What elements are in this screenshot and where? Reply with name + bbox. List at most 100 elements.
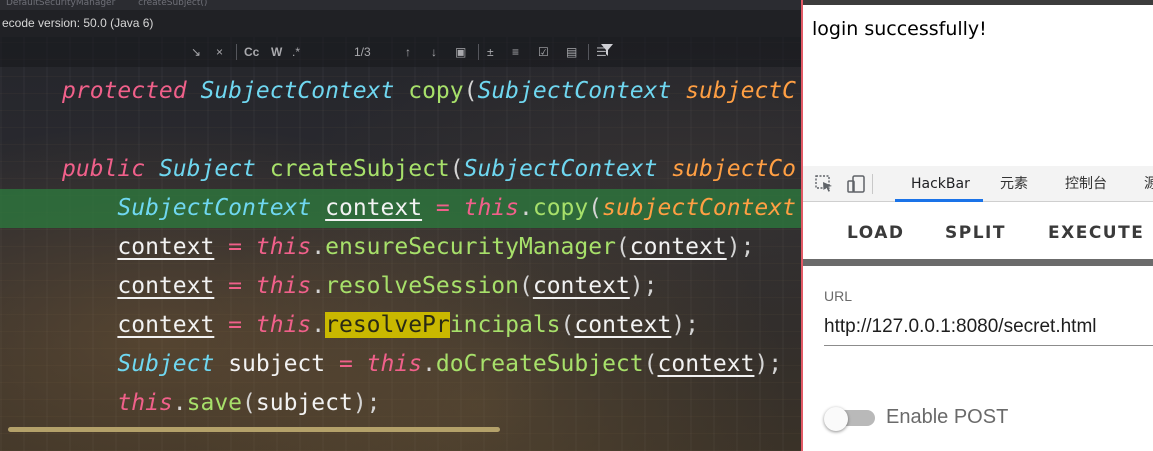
- tab-console[interactable]: 控制台: [1065, 166, 1107, 202]
- enable-post-toggle[interactable]: [824, 407, 876, 431]
- punctuation-token[interactable]: [658, 156, 672, 182]
- horizontal-scrollbar-thumb[interactable]: [8, 427, 500, 432]
- operator-token[interactable]: =: [214, 312, 256, 338]
- type-token[interactable]: SubjectContext: [464, 156, 658, 182]
- punctuation-token[interactable]: .: [311, 273, 325, 299]
- keyword-token[interactable]: this: [256, 273, 311, 299]
- method-token[interactable]: copy: [533, 195, 588, 221]
- keyword-token[interactable]: public: [62, 156, 145, 182]
- toggle-knob[interactable]: [824, 407, 848, 431]
- code-line[interactable]: context = this.resolvePrincipals(context…: [62, 306, 803, 345]
- clear-search-icon[interactable]: ↘: [191, 44, 201, 60]
- operator-token[interactable]: =: [214, 234, 256, 260]
- code-line[interactable]: context = this.ensureSecurityManager(con…: [62, 228, 803, 267]
- punctuation-token[interactable]: .: [311, 234, 325, 260]
- punctuation-token[interactable]: (: [242, 390, 256, 416]
- punctuation-token[interactable]: );: [353, 390, 381, 416]
- variable-token[interactable]: context: [658, 351, 755, 377]
- regex-toggle-icon[interactable]: .*: [292, 44, 300, 60]
- punctuation-token[interactable]: );: [754, 351, 782, 377]
- punctuation-token[interactable]: [187, 78, 201, 104]
- parameter-token[interactable]: subjectCo: [671, 156, 796, 182]
- type-token[interactable]: Subject: [159, 156, 256, 182]
- punctuation-token[interactable]: );: [727, 234, 755, 260]
- code-line-current[interactable]: SubjectContext context = this.copy(subje…: [0, 189, 803, 228]
- device-toolbar-icon[interactable]: [847, 175, 867, 193]
- punctuation-token[interactable]: [62, 195, 117, 221]
- punctuation-token[interactable]: (: [561, 312, 575, 338]
- method-token[interactable]: incipals: [450, 312, 561, 338]
- breadcrumb-method[interactable]: createSubject(): [138, 0, 207, 8]
- search-match-highlight[interactable]: resolvePr: [325, 312, 450, 338]
- method-token[interactable]: save: [187, 390, 242, 416]
- punctuation-token[interactable]: [62, 351, 117, 377]
- type-token[interactable]: SubjectContext: [477, 78, 671, 104]
- remove-occurrence-icon[interactable]: ≡: [512, 44, 519, 60]
- code-line[interactable]: [62, 111, 803, 150]
- keyword-token[interactable]: this: [117, 390, 172, 416]
- whole-words-toggle[interactable]: W: [271, 44, 282, 60]
- operator-token[interactable]: =: [422, 195, 464, 221]
- code-line[interactable]: Subject subject = this.doCreateSubject(c…: [62, 345, 803, 384]
- punctuation-token[interactable]: [62, 273, 117, 299]
- punctuation-token[interactable]: (: [616, 234, 630, 260]
- execute-button[interactable]: EXECUTE: [1048, 223, 1144, 243]
- punctuation-token[interactable]: (: [450, 156, 464, 182]
- funnel-icon[interactable]: [601, 44, 613, 60]
- punctuation-token[interactable]: (: [588, 195, 602, 221]
- next-match-icon[interactable]: ↓: [431, 44, 437, 60]
- variable-token[interactable]: context: [117, 312, 214, 338]
- punctuation-token[interactable]: [62, 234, 117, 260]
- in-selection-icon[interactable]: ▤: [566, 44, 577, 60]
- code-line[interactable]: context = this.resolveSession(context);: [62, 267, 803, 306]
- operator-token[interactable]: =: [325, 351, 367, 377]
- tab-hackbar[interactable]: HackBar: [911, 166, 970, 202]
- operator-token[interactable]: =: [214, 273, 256, 299]
- method-token[interactable]: ensureSecurityManager: [325, 234, 616, 260]
- punctuation-token[interactable]: [671, 78, 685, 104]
- punctuation-token[interactable]: .: [173, 390, 187, 416]
- show-in-window-icon[interactable]: ▣: [455, 44, 466, 60]
- punctuation-token[interactable]: .: [422, 351, 436, 377]
- parameter-token[interactable]: subjectContext: [602, 195, 796, 221]
- punctuation-token[interactable]: (: [464, 78, 478, 104]
- punctuation-token[interactable]: .: [519, 195, 533, 221]
- punctuation-token[interactable]: .: [311, 312, 325, 338]
- keyword-token[interactable]: this: [256, 312, 311, 338]
- type-token[interactable]: Subject: [117, 351, 214, 377]
- load-button[interactable]: LOAD: [847, 223, 905, 243]
- type-token[interactable]: SubjectContext: [200, 78, 394, 104]
- punctuation-token[interactable]: );: [671, 312, 699, 338]
- variable-token[interactable]: context: [574, 312, 671, 338]
- identifier-token[interactable]: subject: [256, 390, 353, 416]
- punctuation-token[interactable]: [256, 156, 270, 182]
- punctuation-token[interactable]: [394, 78, 408, 104]
- url-input[interactable]: [824, 309, 1153, 346]
- method-token[interactable]: createSubject: [270, 156, 450, 182]
- keyword-token[interactable]: protected: [62, 78, 187, 104]
- inspect-element-icon[interactable]: [815, 175, 835, 193]
- variable-token[interactable]: context: [117, 273, 214, 299]
- select-all-occurrences-icon[interactable]: ☑: [538, 44, 549, 60]
- keyword-token[interactable]: this: [367, 351, 422, 377]
- variable-token[interactable]: context: [630, 234, 727, 260]
- punctuation-token[interactable]: (: [519, 273, 533, 299]
- tab-sources[interactable]: 源: [1144, 166, 1153, 202]
- method-token[interactable]: copy: [408, 78, 463, 104]
- close-search-icon[interactable]: ×: [216, 44, 223, 60]
- type-token[interactable]: SubjectContext: [117, 195, 311, 221]
- variable-token[interactable]: context: [533, 273, 630, 299]
- method-token[interactable]: resolveSession: [325, 273, 519, 299]
- breadcrumb-class[interactable]: DefaultSecurityManager: [6, 0, 115, 8]
- punctuation-token[interactable]: (: [644, 351, 658, 377]
- add-occurrence-icon[interactable]: ±: [487, 44, 494, 60]
- identifier-token[interactable]: subject: [228, 351, 325, 377]
- tab-elements[interactable]: 元素: [1000, 166, 1028, 202]
- code-line[interactable]: public Subject createSubject(SubjectCont…: [62, 150, 803, 189]
- punctuation-token[interactable]: );: [630, 273, 658, 299]
- method-token[interactable]: doCreateSubject: [436, 351, 644, 377]
- punctuation-token[interactable]: [311, 195, 325, 221]
- previous-match-icon[interactable]: ↑: [405, 44, 411, 60]
- punctuation-token[interactable]: [62, 390, 117, 416]
- punctuation-token[interactable]: [214, 351, 228, 377]
